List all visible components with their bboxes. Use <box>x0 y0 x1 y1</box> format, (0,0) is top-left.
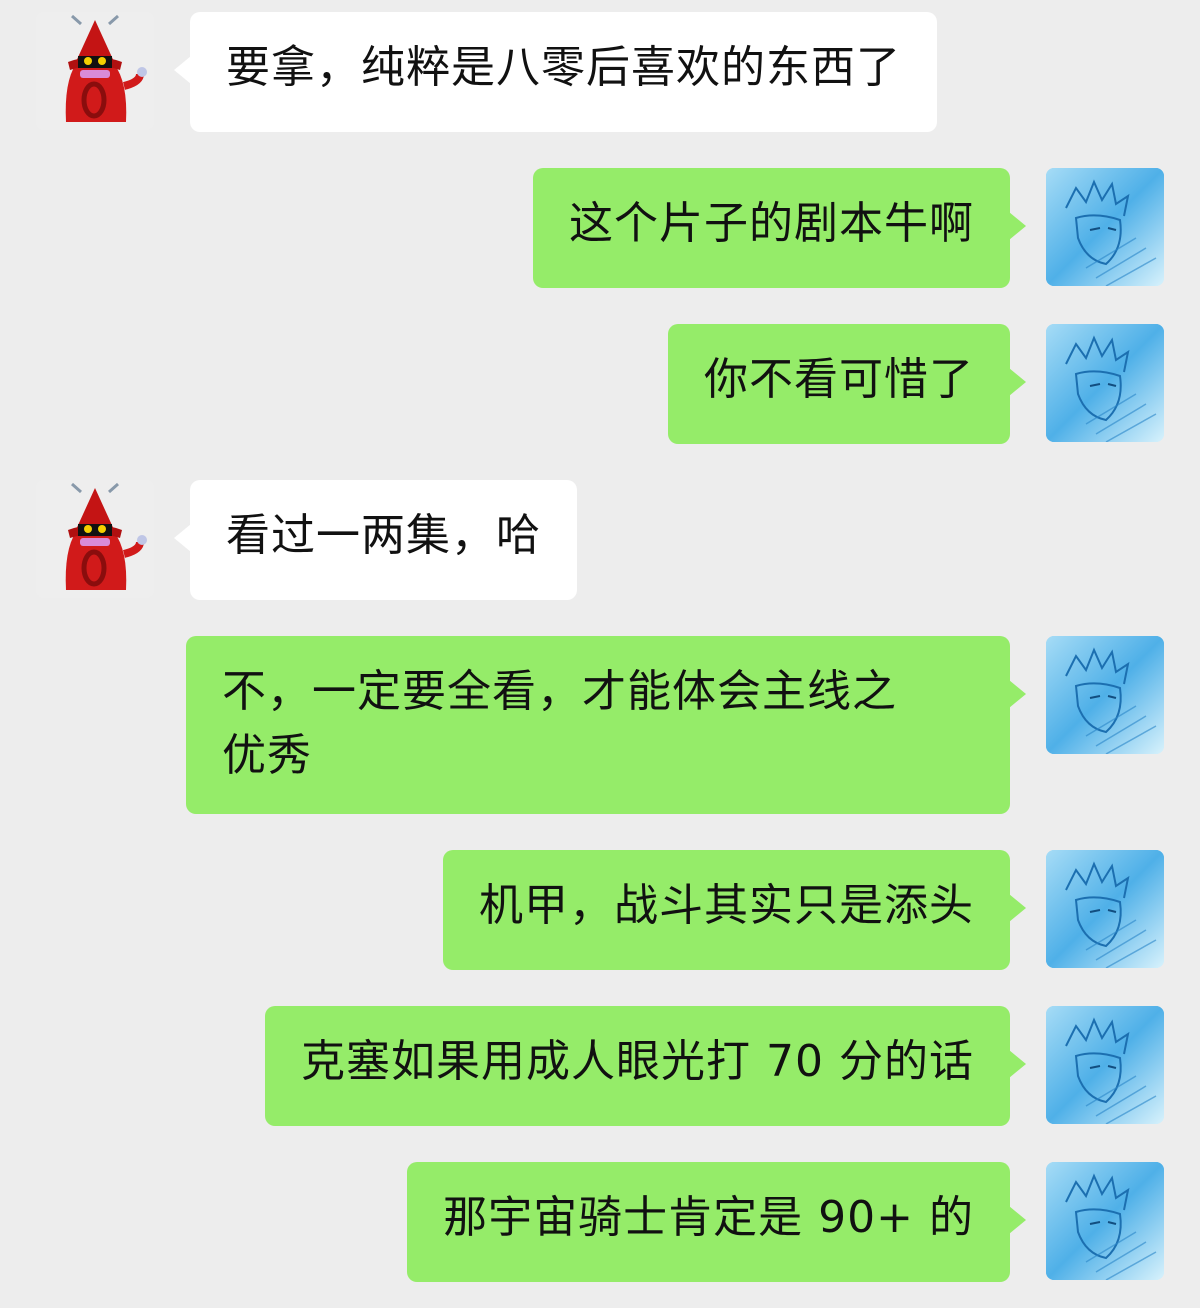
message-sent: 你不看可惜了 <box>0 324 1200 446</box>
red-wizard-character-icon <box>36 480 154 598</box>
red-wizard-character-icon <box>36 12 154 130</box>
blue-anime-sketch-icon <box>1046 850 1164 968</box>
my-avatar[interactable] <box>1046 1006 1164 1124</box>
message-sent: 不，一定要全看，才能体会主线之 优秀 <box>0 636 1200 816</box>
message-bubble-sent[interactable]: 克塞如果用成人眼光打 70 分的话 <box>265 1006 1026 1126</box>
my-avatar[interactable] <box>1046 1162 1164 1280</box>
my-avatar[interactable] <box>1046 850 1164 968</box>
my-avatar[interactable] <box>1046 168 1164 286</box>
message-bubble-sent[interactable]: 你不看可惜了 <box>668 324 1026 444</box>
message-bubble-received[interactable]: 看过一两集，哈 <box>174 480 577 600</box>
blue-anime-sketch-icon <box>1046 1162 1164 1280</box>
message-bubble-sent[interactable]: 机甲，战斗其实只是添头 <box>443 850 1026 970</box>
my-avatar[interactable] <box>1046 324 1164 442</box>
message-sent: 这个片子的剧本牛啊 <box>0 168 1200 290</box>
message-bubble-sent[interactable]: 这个片子的剧本牛啊 <box>533 168 1026 288</box>
message-sent: 机甲，战斗其实只是添头 <box>0 850 1200 972</box>
contact-avatar[interactable] <box>36 12 154 130</box>
message-received: 要拿，纯粹是八零后喜欢的东西了 <box>0 12 1200 134</box>
message-bubble-received[interactable]: 要拿，纯粹是八零后喜欢的东西了 <box>174 12 937 132</box>
message-sent: 克塞如果用成人眼光打 70 分的话 <box>0 1006 1200 1128</box>
blue-anime-sketch-icon <box>1046 636 1164 754</box>
chat-history: 要拿，纯粹是八零后喜欢的东西了 这个片子的剧本牛啊 你不看可惜了 看过一两集，哈… <box>0 0 1200 1308</box>
message-sent: 那宇宙骑士肯定是 90+ 的 <box>0 1162 1200 1284</box>
blue-anime-sketch-icon <box>1046 168 1164 286</box>
message-bubble-sent[interactable]: 不，一定要全看，才能体会主线之 优秀 <box>186 636 1026 814</box>
message-received: 看过一两集，哈 <box>0 480 1200 602</box>
contact-avatar[interactable] <box>36 480 154 598</box>
blue-anime-sketch-icon <box>1046 1006 1164 1124</box>
my-avatar[interactable] <box>1046 636 1164 754</box>
blue-anime-sketch-icon <box>1046 324 1164 442</box>
message-bubble-sent[interactable]: 那宇宙骑士肯定是 90+ 的 <box>407 1162 1026 1282</box>
